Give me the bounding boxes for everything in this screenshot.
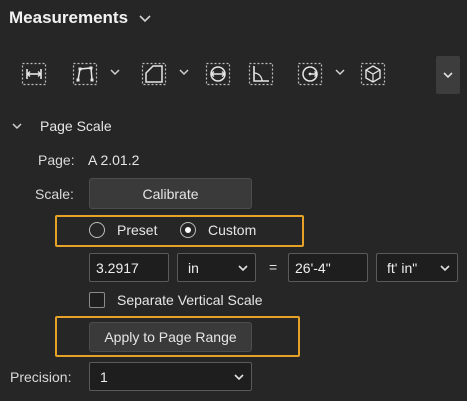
scale-label: Scale: [35,186,74,202]
panel-title-text: Measurements [9,8,129,27]
scale-left-value-input[interactable]: 3.2917 [89,253,169,282]
preset-radio[interactable] [89,222,105,238]
toolbar-overflow-button[interactable] [436,56,460,94]
custom-label: Custom [208,222,257,238]
angle-icon [248,62,274,86]
volume-icon [360,62,386,86]
scale-right-unit-select[interactable]: ft' in" [376,253,458,282]
precision-select[interactable]: 1 [89,362,252,391]
separate-vertical-scale-checkbox[interactable] [89,292,105,308]
apply-to-page-range-button[interactable]: Apply to Page Range [89,322,252,352]
radius-icon [297,62,323,86]
separate-vertical-scale-option[interactable]: Separate Vertical Scale [89,292,263,308]
scale-right-value-input[interactable]: 26'-4" [288,253,368,282]
polylength-icon [72,62,98,86]
precision-value: 1 [100,368,108,385]
separate-vertical-scale-label: Separate Vertical Scale [117,292,263,308]
polylength-tool-button[interactable] [71,61,99,87]
page-scale-section-header[interactable]: Page Scale [10,118,112,134]
measurement-toolbar [14,52,434,94]
chevron-down-icon [238,264,248,271]
diameter-tool-button[interactable] [204,61,232,87]
precision-label: Precision: [10,369,72,385]
chevron-down-icon [443,72,453,79]
chevron-down-icon [139,15,151,23]
radius-tool-button[interactable] [296,61,324,87]
polylength-menu-chevron-icon[interactable] [109,67,121,77]
radius-menu-chevron-icon[interactable] [334,67,346,77]
area-menu-chevron-icon[interactable] [178,67,190,77]
equals-sign: = [269,259,278,275]
volume-tool-button[interactable] [359,61,387,87]
chevron-down-icon [234,373,244,380]
page-scale-header-label: Page Scale [40,118,112,134]
diameter-icon [205,62,231,86]
scale-left-unit-value: in [188,259,199,276]
chevron-down-icon [440,264,450,271]
page-label: Page: [38,152,75,168]
preset-radio-option[interactable]: Preset [89,222,157,238]
area-icon [141,62,167,86]
angle-tool-button[interactable] [247,61,275,87]
preset-label: Preset [117,222,158,238]
area-tool-button[interactable] [140,61,168,87]
page-value: A 2.01.2 [88,152,140,168]
scale-left-unit-select[interactable]: in [177,253,256,282]
panel-title[interactable]: Measurements [9,8,152,28]
calibrate-button[interactable]: Calibrate [89,178,252,209]
custom-radio[interactable] [180,222,196,238]
length-icon [21,62,47,86]
custom-radio-option[interactable]: Custom [180,222,256,238]
length-tool-button[interactable] [20,61,48,87]
chevron-down-icon [12,123,22,130]
scale-right-unit-value: ft' in" [387,259,418,276]
